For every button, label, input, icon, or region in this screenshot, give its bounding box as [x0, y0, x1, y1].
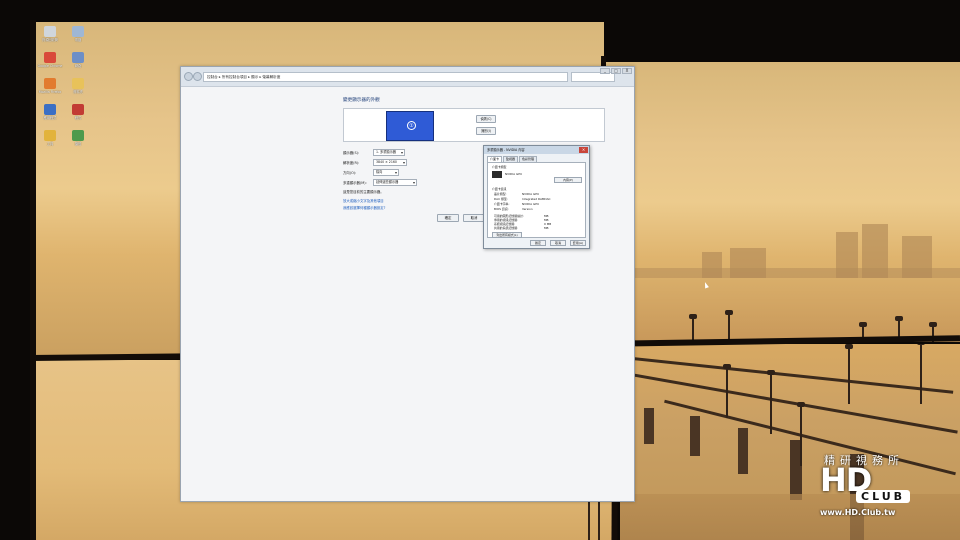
main-display-note: 這是您目前的主要顯示器。: [343, 190, 384, 194]
cancel-button[interactable]: 取消: [463, 214, 485, 222]
minimize-button[interactable]: _: [600, 68, 610, 74]
desktop-icon-label: 資料夾: [73, 90, 83, 94]
desktop-icon-recycle-bin[interactable]: 資源回收筒: [38, 26, 62, 42]
app-red-icon: [72, 104, 84, 115]
desktop-icon-label: Google Chrome: [37, 64, 63, 68]
recycle-bin-icon: [44, 26, 56, 37]
watermark-url: www.HD.Club.tw: [820, 508, 896, 517]
app-green-icon: [72, 130, 84, 141]
memory-value: MB: [544, 226, 549, 230]
chrome-icon: [44, 52, 56, 63]
desktop-icon-computer[interactable]: 電腦: [66, 26, 90, 42]
desktop-icon-label: 工具: [46, 142, 54, 146]
address-bar[interactable]: 控制台 ▸ 所有控制台項目 ▸ 顯示 ▸ 螢幕解析度: [203, 72, 568, 82]
desktop-icon-app-green[interactable]: 捷徑: [66, 130, 90, 146]
window-toolbar: 控制台 ▸ 所有控制台項目 ▸ 顯示 ▸ 螢幕解析度 _ □ X: [181, 67, 634, 87]
panel-top-right: [606, 62, 960, 342]
multi-display-row: 多重顯示器(M): 延伸這些顯示器: [343, 178, 417, 186]
ok-button[interactable]: 確定: [437, 214, 459, 222]
desktop-icon-app-blue[interactable]: 應用程式: [38, 104, 62, 120]
forward-button[interactable]: [193, 72, 202, 81]
list-all-modes-button[interactable]: 列出所有模式(L): [492, 232, 522, 238]
gpu-icon: [492, 171, 502, 178]
watermark: 精研視務所 HD CLUB www.HD.Club.tw: [812, 452, 952, 522]
info-value: Version: [522, 207, 533, 211]
desktop-icon-label: 資源回收筒: [42, 38, 58, 42]
info-value: Integrated RAMDAC: [522, 197, 551, 201]
close-button[interactable]: X: [622, 68, 632, 74]
info-key: BIOS 資訊:: [494, 207, 509, 211]
dialog-body: 介面卡類型 NVIDIA GPU 內容(P) 介面卡資訊 晶片類型: NVIDI…: [487, 162, 586, 238]
desktop-icon-chrome[interactable]: Google Chrome: [38, 52, 62, 68]
resolution-row: 解析度(R): 3840 × 2160: [343, 158, 407, 166]
dialog-cancel-button[interactable]: 取消: [550, 240, 566, 246]
display-preview: ① 偵測(C) 識別(I): [343, 108, 605, 142]
back-button[interactable]: [184, 72, 193, 81]
orientation-row: 方向(O): 橫向: [343, 168, 399, 176]
window-controls: _ □ X: [600, 68, 632, 74]
dialog-title: 多重顯示器 - NVIDIA 內容: [484, 146, 589, 154]
properties-button[interactable]: 內容(P): [554, 177, 582, 183]
adapter-properties-dialog: 多重顯示器 - NVIDIA 內容 × 介面卡 監視器 色彩管理 介面卡類型 N…: [483, 145, 590, 249]
detect-button[interactable]: 偵測(C): [476, 115, 496, 123]
info-value: NVIDIA GPU: [522, 202, 540, 206]
maximize-button[interactable]: □: [611, 68, 621, 74]
firefox-icon: [44, 78, 56, 89]
desktop-icon-label: 應用程式: [43, 116, 57, 120]
desktop-icon-app-red[interactable]: 程式: [66, 104, 90, 120]
desktop-icon-network[interactable]: 網路: [66, 52, 90, 68]
info-title: 介面卡資訊: [492, 187, 507, 191]
identify-button[interactable]: 識別(I): [476, 127, 496, 135]
section-title: 變更顯示器的外觀: [343, 98, 380, 103]
desktop-icon-label: Mozilla Firefox: [38, 90, 62, 94]
memory-key: 共用的系統記憶體:: [494, 226, 519, 230]
display-row: 顯示器(S): 1. 多重顯示器: [343, 148, 405, 156]
orientation-select[interactable]: 橫向: [373, 168, 399, 176]
dialog-ok-button[interactable]: 確定: [530, 240, 546, 246]
desktop-icon-folder[interactable]: 資料夾: [66, 78, 90, 94]
settings-help-link[interactable]: 我應該選擇何種顯示器設定?: [343, 205, 386, 210]
desktop-icon-label: 程式: [74, 116, 82, 120]
computer-icon: [72, 26, 84, 37]
screen-resolution-window: 控制台 ▸ 所有控制台項目 ▸ 顯示 ▸ 螢幕解析度 _ □ X 變更顯示器的外…: [180, 66, 635, 502]
multi-display-select[interactable]: 延伸這些顯示器: [373, 178, 417, 186]
info-key: 介面卡字串:: [494, 202, 510, 206]
monitor-number: ①: [407, 121, 416, 130]
adapter-type-label: 介面卡類型: [492, 165, 507, 169]
dialog-close-button[interactable]: ×: [579, 147, 588, 153]
text-size-link[interactable]: 放大或縮小文字及其他項目: [343, 198, 384, 203]
info-key: DAC 類型:: [494, 197, 508, 201]
display-label: 顯示器(S):: [343, 150, 360, 155]
folder-icon: [72, 78, 84, 89]
app-yellow-icon: [44, 130, 56, 141]
info-value: NVIDIA GPU: [522, 192, 540, 196]
dialog-apply-button[interactable]: 套用(A): [570, 240, 586, 246]
display-select[interactable]: 1. 多重顯示器: [373, 148, 405, 156]
info-key: 晶片類型:: [494, 192, 507, 196]
desktop-icon-firefox[interactable]: Mozilla Firefox: [38, 78, 62, 94]
resolution-select[interactable]: 3840 × 2160: [373, 158, 407, 166]
orientation-label: 方向(O):: [343, 170, 357, 175]
network-icon: [72, 52, 84, 63]
desktop-icon-label: 捷徑: [74, 142, 82, 146]
watermark-club: CLUB: [856, 490, 911, 503]
desktop-icon-app-yellow[interactable]: 工具: [38, 130, 62, 146]
app-blue-icon: [44, 104, 56, 115]
desktop-icon-label: 網路: [74, 64, 82, 68]
resolution-label: 解析度(R):: [343, 160, 360, 165]
multi-display-label: 多重顯示器(M):: [343, 180, 367, 185]
monitor-icon[interactable]: ①: [386, 111, 434, 141]
desktop-icon-label: 電腦: [74, 38, 82, 42]
adapter-name: NVIDIA GPU: [505, 172, 523, 176]
